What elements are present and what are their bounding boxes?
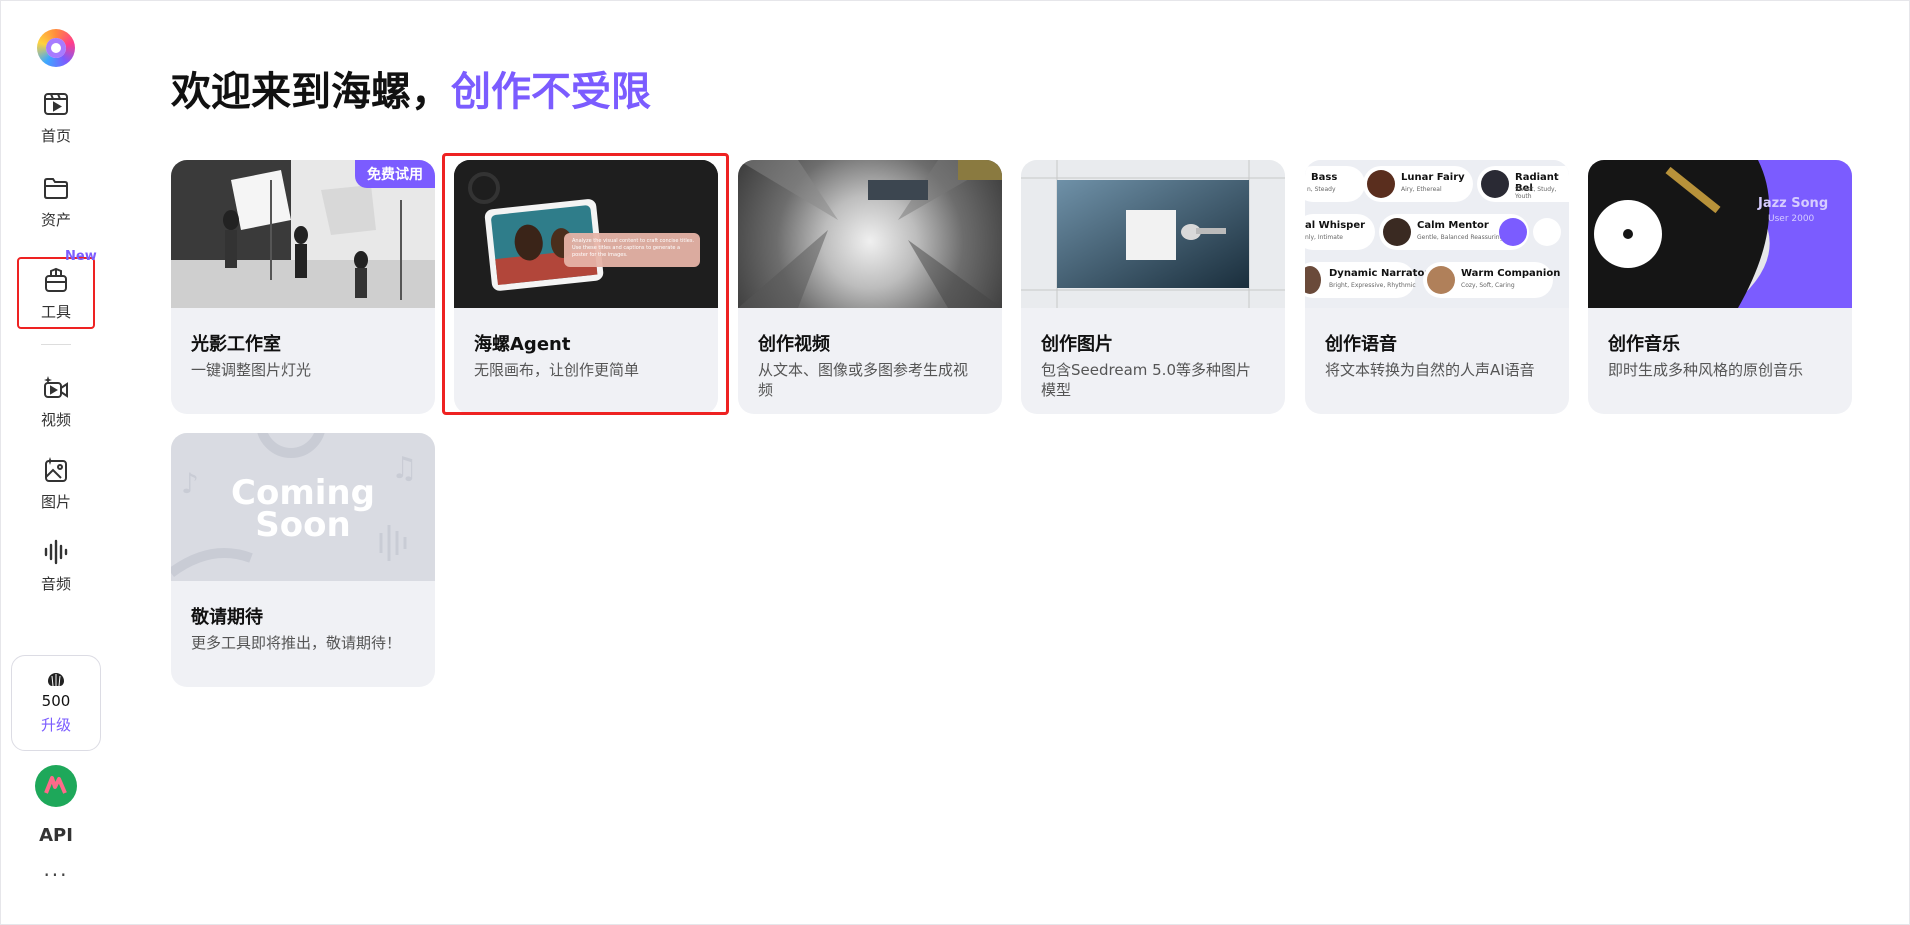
sidebar-item-label: 首页 bbox=[40, 126, 71, 145]
sidebar-item-home[interactable]: 首页 bbox=[17, 81, 95, 153]
card-description: 无限画布，让创作更简单 bbox=[474, 361, 640, 379]
avatar[interactable] bbox=[35, 765, 77, 807]
card-description: 包含Seedream 5.0等多种图片模型 bbox=[1041, 361, 1251, 399]
free-trial-badge: 免费试用 bbox=[355, 160, 435, 188]
tool-card-create-video[interactable]: 创作视频 从文本、图像或多图参考生成视频 bbox=[738, 160, 1002, 414]
sidebar-item-label: 资产 bbox=[40, 210, 71, 229]
voice-name: Dynamic Narrator bbox=[1329, 268, 1430, 279]
voice-thumbnail: Bass n, Steady Lunar Fairy Airy, Etherea… bbox=[1305, 160, 1569, 308]
sidebar-item-assets[interactable]: 资产 bbox=[17, 165, 95, 237]
card-description: 即时生成多种风格的原创音乐 bbox=[1608, 361, 1804, 379]
voice-tag: Bright, Expressive, Rhythmic bbox=[1329, 282, 1416, 289]
tool-card-light-studio[interactable]: 免费试用 光影工作室 一键调整图片灯光 bbox=[171, 160, 435, 414]
tool-card-coming-soon: ♪ ♫ Coming Soon 敬请期待 更多工具即将推出，敬请期待！ bbox=[171, 433, 435, 687]
sidebar-item-video[interactable]: 视频 bbox=[17, 365, 95, 437]
sidebar-item-label: 图片 bbox=[40, 492, 71, 511]
music-song-user: User 2000 bbox=[1768, 214, 1815, 224]
card-title: 创作音乐 bbox=[1608, 334, 1680, 355]
voice-name: Calm Mentor bbox=[1417, 220, 1489, 231]
voice-tag: n, Steady bbox=[1307, 186, 1336, 193]
voice-name: Bass bbox=[1311, 172, 1338, 183]
sidebar: 首页 资产 工具 New 视频 图片 音频 500 升级 API ··· bbox=[1, 1, 111, 925]
music-song-title: Jazz Song bbox=[1758, 196, 1829, 211]
voice-tag: Cozy, Soft, Caring bbox=[1461, 282, 1515, 289]
hailuo-logo[interactable] bbox=[37, 29, 75, 67]
audio-wave-icon bbox=[44, 539, 68, 564]
folder-icon bbox=[44, 177, 68, 199]
card-title: 光影工作室 bbox=[191, 334, 281, 355]
voice-name: Lunar Fairy bbox=[1401, 172, 1465, 183]
voice-play-icon bbox=[1499, 218, 1527, 246]
card-description: 将文本转换为自然的人声AI语音 bbox=[1325, 361, 1535, 379]
image-sparkle-icon bbox=[45, 456, 67, 482]
sidebar-item-label: 音频 bbox=[40, 574, 71, 593]
more-icon[interactable]: ··· bbox=[1, 863, 111, 887]
video-camera-icon bbox=[44, 375, 68, 398]
card-title: 敬请期待 bbox=[191, 607, 263, 628]
card-title: 海螺Agent bbox=[474, 334, 571, 355]
voice-name: al Whisper bbox=[1305, 220, 1366, 231]
shell-icon bbox=[48, 672, 64, 686]
image-thumbnail bbox=[1021, 160, 1285, 308]
voice-tag: Sweet, Study, Youth bbox=[1515, 186, 1557, 200]
tool-card-create-image[interactable]: 创作图片 包含Seedream 5.0等多种图片模型 bbox=[1021, 160, 1285, 414]
page-title-main: 欢迎来到海螺， bbox=[171, 69, 451, 115]
agent-thumbnail: Analyze the visual content to craft conc… bbox=[454, 160, 718, 308]
voice-tag: nly, Intimate bbox=[1305, 234, 1343, 241]
card-title: 创作图片 bbox=[1041, 334, 1113, 355]
voice-tag: Gentle, Balanced Reassuring bbox=[1417, 234, 1504, 241]
upgrade-link[interactable]: 升级 bbox=[41, 714, 71, 735]
sidebar-item-tools[interactable]: 工具 bbox=[17, 257, 95, 329]
toolbox-icon bbox=[45, 267, 67, 292]
sidebar-item-image[interactable]: 图片 bbox=[17, 447, 95, 519]
tool-card-create-music[interactable]: Jazz Song User 2000 创作音乐 即时生成多种风格的原创音乐 bbox=[1588, 160, 1852, 414]
page-title-accent: 创作不受限 bbox=[451, 69, 651, 115]
play-frame-icon bbox=[44, 92, 68, 115]
music-thumbnail: Jazz Song User 2000 bbox=[1588, 160, 1852, 308]
tool-card-hailuo-agent[interactable]: Analyze the visual content to craft conc… bbox=[454, 160, 718, 414]
tool-card-create-voice[interactable]: Bass n, Steady Lunar Fairy Airy, Etherea… bbox=[1305, 160, 1569, 414]
voice-tag: Airy, Ethereal bbox=[1401, 186, 1442, 193]
credit-box[interactable]: 500 升级 bbox=[11, 655, 101, 751]
page-title: 欢迎来到海螺，创作不受限 bbox=[171, 59, 651, 117]
card-title: 创作视频 bbox=[758, 334, 830, 355]
api-link[interactable]: API bbox=[1, 825, 111, 846]
voice-name: Warm Companion bbox=[1461, 268, 1561, 279]
coming-soon-thumbnail: ♪ ♫ Coming Soon bbox=[171, 433, 435, 581]
avatar-logo-icon bbox=[44, 776, 67, 794]
sidebar-item-label: 视频 bbox=[40, 410, 71, 429]
sidebar-item-label: 工具 bbox=[40, 302, 71, 321]
app-window: 首页 资产 工具 New 视频 图片 音频 500 升级 API ··· 欢迎来… bbox=[0, 0, 1910, 925]
new-badge: New bbox=[65, 249, 97, 264]
card-description: 从文本、图像或多图参考生成视频 bbox=[758, 361, 969, 399]
card-description: 一键调整图片灯光 bbox=[191, 361, 312, 379]
sidebar-item-audio[interactable]: 音频 bbox=[17, 529, 95, 601]
sidebar-divider bbox=[41, 344, 71, 345]
agent-caption: Analyze the visual content to craft conc… bbox=[572, 238, 695, 258]
coming-soon-text-2: Soon bbox=[255, 505, 351, 545]
credit-count: 500 bbox=[41, 691, 71, 710]
video-thumbnail bbox=[738, 160, 1002, 308]
card-description: 更多工具即将推出，敬请期待！ bbox=[191, 634, 402, 652]
card-title: 创作语音 bbox=[1325, 334, 1397, 355]
